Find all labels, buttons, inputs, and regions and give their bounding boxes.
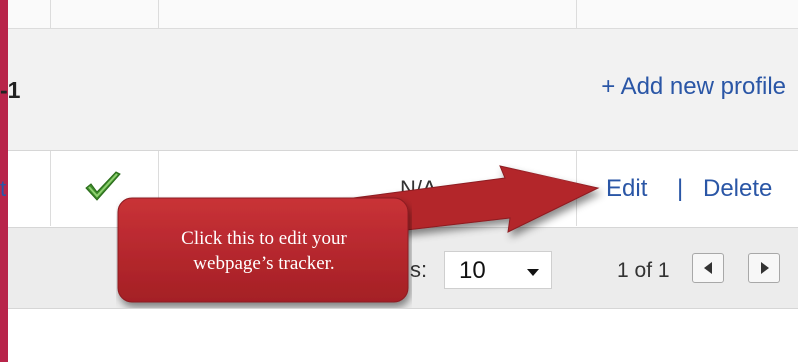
callout-text-line2: webpage’s tracker. xyxy=(193,253,335,274)
column-divider xyxy=(50,0,51,28)
chevron-down-icon xyxy=(527,269,539,276)
edit-link[interactable]: Edit xyxy=(606,175,647,203)
callout-text-line1: Click this to edit your xyxy=(181,228,347,249)
table-row-top xyxy=(8,0,798,29)
page-info: 1 of 1 xyxy=(617,259,670,282)
callout-text: Click this to edit your webpage’s tracke… xyxy=(116,226,412,276)
next-page-button[interactable] xyxy=(748,253,780,283)
rows-per-page-select[interactable]: 10 xyxy=(444,251,552,289)
profile-number: -1 xyxy=(0,77,21,103)
prev-page-icon xyxy=(704,262,712,274)
profile-name-link[interactable]: t xyxy=(0,176,6,202)
rows-per-page-label: s: xyxy=(410,257,428,282)
link-separator: | xyxy=(677,175,684,202)
add-new-profile-link[interactable]: + Add new profile xyxy=(601,73,786,101)
next-page-icon xyxy=(761,262,769,274)
column-divider xyxy=(50,151,51,226)
column-divider xyxy=(576,151,577,226)
column-divider xyxy=(158,0,159,28)
delete-link[interactable]: Delete xyxy=(703,175,772,203)
rows-per-page-value: 10 xyxy=(459,257,486,284)
prev-page-button[interactable] xyxy=(692,253,724,283)
column-divider xyxy=(576,0,577,28)
